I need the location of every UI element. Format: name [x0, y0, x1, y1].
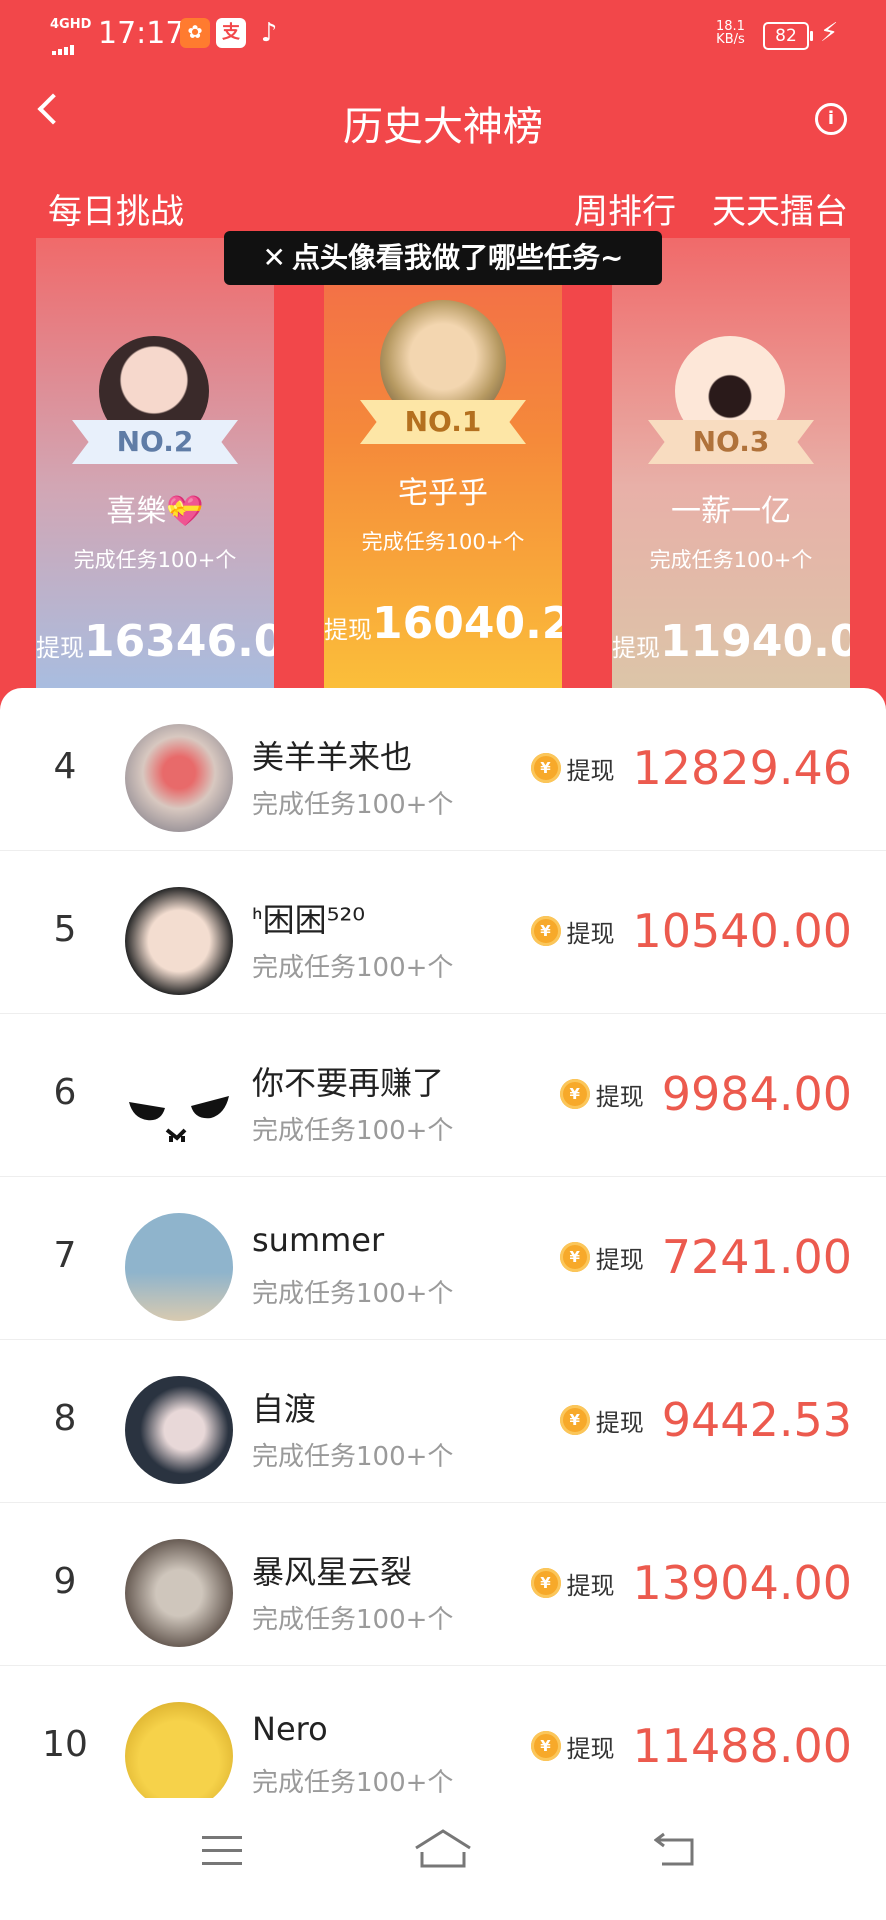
user-name: 暴风星云裂 [252, 1553, 413, 1591]
list-item[interactable]: 9 暴风星云裂 完成任务100+个 ¥ 提现 13904.00 [0, 1503, 886, 1666]
page-title: 历史大神榜 [343, 104, 543, 150]
user-name: 美羊羊来也 [252, 738, 413, 776]
coin-icon: ¥ [530, 753, 561, 783]
cash-amount: 提现16346.0 [36, 616, 274, 667]
avatar[interactable] [125, 1376, 233, 1484]
avatar[interactable] [125, 1213, 233, 1321]
rank-badge: NO.1 [360, 400, 526, 444]
task-count: 完成任务100+个 [252, 1116, 454, 1146]
rank-number: 5 [53, 909, 77, 950]
task-count: 完成任务100+个 [252, 1768, 454, 1798]
cash-label: 提现 [566, 919, 615, 948]
avatar[interactable] [125, 724, 233, 832]
home-icon[interactable] [414, 1828, 472, 1870]
task-count: 完成任务100+个 [649, 548, 813, 572]
rank-number: 10 [42, 1724, 88, 1765]
network-type: 4GHD [50, 17, 92, 32]
rank-badge: NO.3 [648, 420, 814, 464]
user-name: 一薪一亿 [671, 494, 791, 529]
cash-label: 提现 [595, 1245, 644, 1274]
cash-amount: 提现16040.2 [324, 598, 562, 649]
tab-daily-arena[interactable]: 天天擂台 [712, 184, 848, 233]
task-count: 完成任务100+个 [252, 953, 454, 983]
coin-icon: ¥ [530, 1568, 561, 1598]
task-count: 完成任务100+个 [252, 1279, 454, 1309]
list-item[interactable]: 5 ᑋ困困⁵²⁰ 完成任务100+个 ¥ 提现 10540.00 [0, 851, 886, 1014]
user-name: 自渡 [252, 1390, 317, 1428]
list-item[interactable]: 10 Nero 完成任务100+个 ¥ 提现 11488.00 [0, 1666, 886, 1798]
avatar[interactable] [125, 1050, 233, 1158]
task-count: 完成任务100+个 [252, 1605, 454, 1635]
hint-tooltip: ✕ 点头像看我做了哪些任务~ [224, 231, 662, 285]
cash-amount: 11488.00 [632, 1719, 853, 1773]
user-name: 喜樂💝 [106, 494, 204, 529]
system-nav-bar [0, 1798, 886, 1920]
clock: 17:17 [98, 16, 185, 51]
tiktok-icon: ♪ [260, 18, 278, 48]
cash-amount: 13904.00 [632, 1556, 853, 1610]
avatar[interactable] [125, 1702, 233, 1798]
list-item[interactable]: 6 你不要再赚了 完成任务100+个 ¥ 提现 9984.00 [0, 1014, 886, 1177]
cash-amount: 7241.00 [661, 1230, 852, 1284]
tab-daily-challenge[interactable]: 每日挑战 [48, 184, 184, 233]
rank-badge: NO.2 [72, 420, 238, 464]
cash-amount: 10540.00 [632, 904, 853, 958]
task-count: 完成任务100+个 [252, 790, 454, 820]
coin-icon: ¥ [559, 1079, 590, 1109]
coin-icon: ¥ [530, 1731, 561, 1761]
user-name: 宅乎乎 [398, 476, 488, 511]
ranking-list: 4 美羊羊来也 完成任务100+个 ¥ 提现 12829.46 5 ᑋ困困⁵²⁰ 完… [0, 688, 886, 1798]
user-name: summer [252, 1221, 385, 1259]
cash-amount: 12829.46 [632, 741, 853, 795]
list-item[interactable]: 8 自渡 完成任务100+个 ¥ 提现 9442.53 [0, 1340, 886, 1503]
cash-label: 提现 [595, 1408, 644, 1437]
menu-icon[interactable] [202, 1836, 242, 1875]
cash-amount: 9984.00 [661, 1067, 852, 1121]
user-name: Nero [252, 1710, 328, 1748]
list-item[interactable]: 4 美羊羊来也 完成任务100+个 ¥ 提现 12829.46 [0, 688, 886, 851]
podium-third[interactable]: NO.3 一薪一亿 完成任务100+个 提现11940.0 [612, 238, 850, 690]
user-name: 你不要再赚了 [252, 1064, 445, 1102]
avatar[interactable] [125, 1539, 233, 1647]
signal-icon [52, 36, 86, 55]
rank-number: 9 [53, 1561, 77, 1602]
task-count: 完成任务100+个 [73, 548, 237, 572]
task-count: 完成任务100+个 [252, 1442, 454, 1472]
app-badge-icon: ✿ [180, 18, 210, 48]
cash-amount: 9442.53 [661, 1393, 852, 1447]
info-icon[interactable]: i [815, 103, 847, 135]
podium-first[interactable]: NO.1 宅乎乎 完成任务100+个 提现16040.2 [324, 238, 562, 690]
user-name: ᑋ困困⁵²⁰ [252, 901, 366, 939]
list-item[interactable]: 7 summer 完成任务100+个 ¥ 提现 7241.00 [0, 1177, 886, 1340]
coin-icon: ¥ [559, 1405, 590, 1435]
coin-icon: ¥ [559, 1242, 590, 1272]
network-speed: 18.1 KB/s [716, 19, 745, 47]
cash-amount: 提现11940.0 [612, 616, 850, 667]
battery-icon: 82 [763, 22, 813, 50]
back-nav-icon[interactable] [654, 1832, 698, 1868]
task-count: 完成任务100+个 [361, 530, 525, 554]
podium-second[interactable]: NO.2 喜樂💝 完成任务100+个 提现16346.0 [36, 238, 274, 690]
cash-label: 提现 [595, 1082, 644, 1111]
status-bar: 4GHD 17:17 ✿ 支 ♪ 18.1 KB/s 82 ⚡ [0, 0, 886, 70]
tab-weekly-ranking[interactable]: 周排行 [574, 184, 676, 233]
close-icon[interactable]: ✕ [263, 241, 286, 274]
alipay-icon: 支 [216, 18, 246, 48]
cash-label: 提现 [566, 756, 615, 785]
charging-icon: ⚡ [820, 18, 839, 48]
rank-number: 6 [53, 1072, 77, 1113]
coin-icon: ¥ [530, 916, 561, 946]
cash-label: 提现 [566, 1734, 615, 1763]
cash-label: 提现 [566, 1571, 615, 1600]
avatar[interactable] [125, 887, 233, 995]
rank-number: 8 [53, 1398, 77, 1439]
rank-number: 7 [53, 1235, 77, 1276]
rank-number: 4 [53, 746, 77, 787]
angry-face-icon [129, 1096, 229, 1142]
